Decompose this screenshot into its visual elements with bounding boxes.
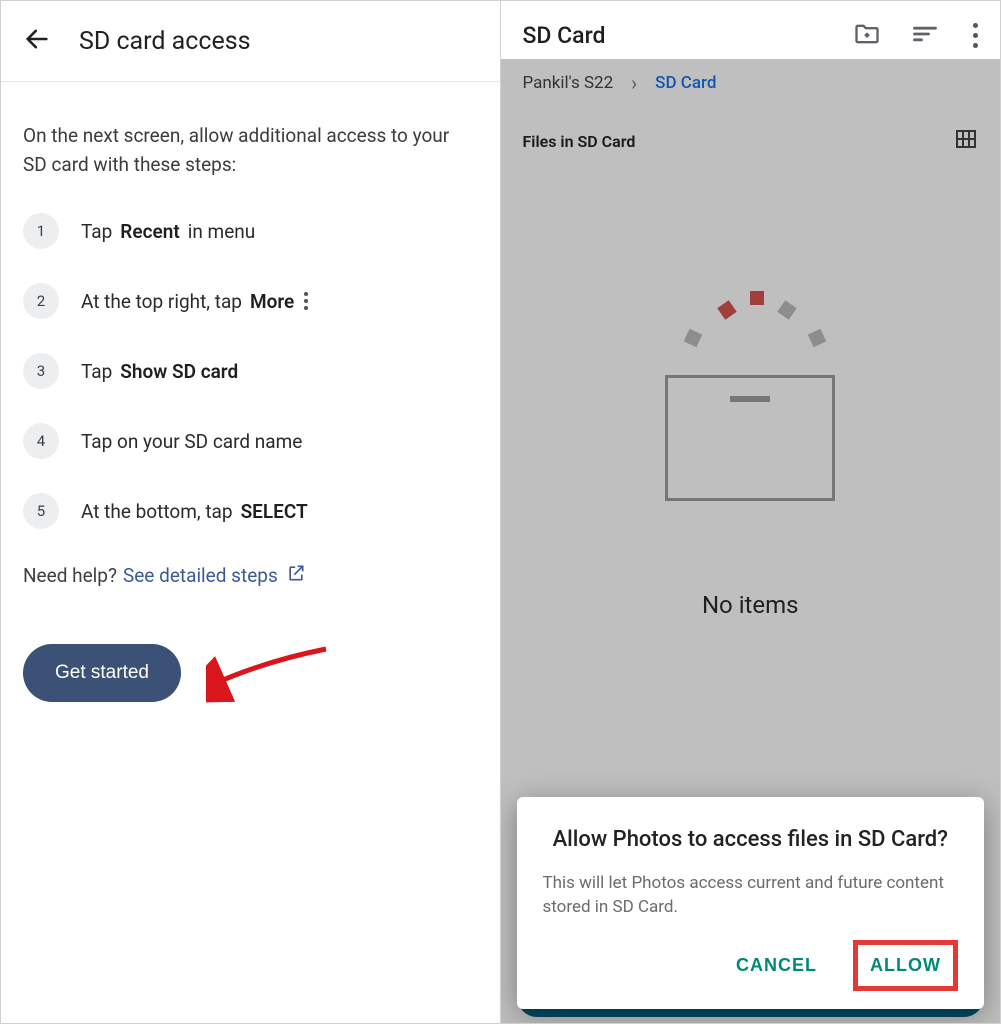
help-link[interactable]: See detailed steps [123,563,306,588]
external-link-icon [286,563,306,588]
permission-dialog: Allow Photos to access files in SD Card?… [517,797,985,1009]
allow-button[interactable]: ALLOW [862,945,949,986]
page-title: SD Card [523,22,854,49]
files-section-header: Files in SD Card [523,132,636,151]
empty-folder-icon [665,375,835,501]
new-folder-icon[interactable] [853,20,881,52]
step-badge: 5 [23,493,59,529]
steps-list: 1 Tap Recent in menu 2 At the top right,… [23,213,478,529]
annotation-highlight: ALLOW [853,940,958,991]
page-title: SD card access [79,27,251,56]
step-bold: Show SD card [120,360,238,383]
help-label: Need help? [23,564,117,587]
get-started-button[interactable]: Get started [23,644,181,702]
more-vert-icon [304,292,308,310]
step-text: At the bottom, tap [81,500,233,523]
overflow-menu-icon[interactable] [969,19,982,52]
header-bar: SD card access [1,1,500,82]
dialog-title: Allow Photos to access files in SD Card? [543,825,959,855]
intro-text: On the next screen, allow additional acc… [23,122,478,179]
breadcrumb: Pankil's S22 › SD Card [501,59,1001,99]
step-badge: 1 [23,213,59,249]
step-bold: Recent [120,220,179,243]
file-picker-screen: SD Card Pankil's S22 › SD Card Files in … [501,1,1001,1023]
breadcrumb-root[interactable]: Pankil's S22 [523,73,614,93]
breadcrumb-current: SD Card [655,73,716,93]
step-text: Tap [81,220,112,243]
step-3: 3 Tap Show SD card [23,353,478,389]
loading-dots-icon [640,285,860,375]
header-bar: SD Card [501,1,1001,60]
step-badge: 4 [23,423,59,459]
chevron-right-icon: › [631,71,637,95]
step-text: At the top right, tap [81,290,242,313]
step-1: 1 Tap Recent in menu [23,213,478,249]
step-bold: More [250,290,294,313]
step-2: 2 At the top right, tap More [23,283,478,319]
step-badge: 2 [23,283,59,319]
empty-state-text: No items [640,591,860,619]
step-text: in menu [188,220,256,243]
cancel-button[interactable]: CANCEL [728,940,825,991]
step-4: 4 Tap on your SD card name [23,423,478,459]
back-arrow-icon[interactable] [23,25,51,57]
sort-icon[interactable] [911,20,939,52]
sd-access-screen: SD card access On the next screen, allow… [1,1,501,1023]
grid-view-icon[interactable] [954,127,978,155]
step-text: Tap [81,360,112,383]
dialog-body: This will let Photos access current and … [543,871,959,920]
step-text: Tap on your SD card name [81,430,302,453]
step-badge: 3 [23,353,59,389]
step-bold: SELECT [241,500,308,523]
step-5: 5 At the bottom, tap SELECT [23,493,478,529]
